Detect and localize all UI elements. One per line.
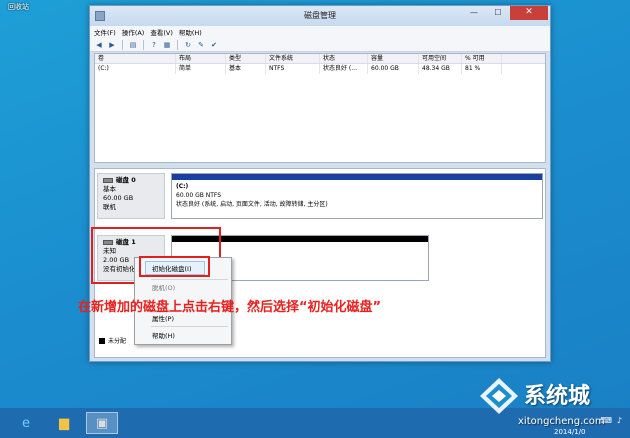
column-header[interactable]: 可用空间 bbox=[419, 54, 462, 63]
volume-table-header: 卷 布局 类型 文件系统 状态 容量 可用空间 % 可用 bbox=[95, 54, 545, 64]
highlight-box-menu bbox=[139, 256, 210, 277]
table-cell: 状态良好 (... bbox=[320, 64, 368, 74]
menu-item-help[interactable]: 帮助(H) bbox=[152, 330, 175, 340]
app-icon bbox=[95, 11, 105, 21]
recycle-bin-label[interactable]: 回收站 bbox=[8, 2, 29, 12]
window-controls: — ☐ ✕ bbox=[462, 6, 548, 20]
menu-file[interactable]: 文件(F) bbox=[94, 27, 116, 37]
table-cell: 81 % bbox=[462, 64, 502, 74]
column-header[interactable]: 布局 bbox=[176, 54, 226, 63]
table-cell: 60.00 GB bbox=[368, 64, 419, 74]
volume-list: 卷 布局 类型 文件系统 状态 容量 可用空间 % 可用 (C:) 简单 基本 … bbox=[94, 53, 546, 163]
watermark-url: xitongcheng.com bbox=[518, 416, 605, 427]
legend-unallocated: 未分配 bbox=[108, 338, 127, 345]
close-button[interactable]: ✕ bbox=[510, 6, 548, 20]
partition-c[interactable]: (C:) 60.00 GB NTFS 状态良好 (系统, 启动, 页面文件, 活… bbox=[171, 173, 543, 219]
column-header[interactable]: 类型 bbox=[226, 54, 266, 63]
partition-bar bbox=[172, 174, 542, 180]
menu-bar: 文件(F) 操作(A) 查看(V) 帮助(H) bbox=[90, 26, 550, 38]
ie-icon[interactable]: e bbox=[10, 412, 42, 434]
disk-icon bbox=[103, 177, 113, 183]
brand-logo-icon bbox=[480, 378, 518, 414]
toolbar: ◀ ▶ ▤ ? ▦ ↻ ✎ ✔ bbox=[90, 38, 550, 52]
column-header[interactable]: % 可用 bbox=[462, 54, 502, 63]
partition-state: 状态良好 (系统, 启动, 页面文件, 活动, 故障转储, 主分区) bbox=[176, 201, 328, 208]
disk-name: 磁盘 0 bbox=[116, 176, 136, 184]
table-row[interactable]: (C:) 简单 基本 NTFS 状态良好 (... 60.00 GB 48.34… bbox=[95, 64, 545, 74]
forward-arrow-icon[interactable]: ▶ bbox=[107, 40, 117, 50]
help-icon[interactable]: ? bbox=[149, 40, 159, 50]
list-icon[interactable]: ▤ bbox=[128, 40, 138, 50]
disk-management-taskbar-icon[interactable]: ▣ bbox=[86, 412, 118, 434]
column-header[interactable]: 文件系统 bbox=[266, 54, 320, 63]
partition-detail: 60.00 GB NTFS bbox=[176, 192, 222, 199]
disk-0-label[interactable]: 磁盘 0 基本 60.00 GB 联机 bbox=[97, 173, 165, 219]
unallocated-swatch bbox=[99, 337, 105, 344]
instruction-text: 在新增加的磁盘上点击右键，然后选择“初始化磁盘” bbox=[78, 300, 382, 315]
column-header[interactable]: 卷 bbox=[95, 54, 176, 63]
explorer-folder-icon[interactable]: ▆ bbox=[48, 412, 80, 434]
back-arrow-icon[interactable]: ◀ bbox=[94, 40, 104, 50]
menu-view[interactable]: 查看(V) bbox=[150, 27, 173, 37]
table-cell: 简单 bbox=[176, 64, 226, 74]
check-icon[interactable]: ✔ bbox=[209, 40, 219, 50]
table-cell: 基本 bbox=[226, 64, 266, 74]
toolbar-separator bbox=[177, 39, 178, 50]
toolbar-separator bbox=[143, 39, 144, 50]
refresh-icon[interactable]: ↻ bbox=[183, 40, 193, 50]
watermark-brand: 系统城 bbox=[524, 384, 591, 409]
window-title: 磁盘管理 bbox=[304, 11, 336, 20]
partition-label: (C:) bbox=[176, 183, 189, 190]
taskbar-date: 2014/1/0 bbox=[554, 428, 586, 436]
table-cell: 48.34 GB bbox=[419, 64, 462, 74]
column-header[interactable]: 状态 bbox=[320, 54, 368, 63]
properties-icon[interactable]: ▦ bbox=[162, 40, 172, 50]
table-cell: NTFS bbox=[266, 64, 320, 74]
maximize-button[interactable]: ☐ bbox=[486, 6, 510, 20]
table-cell: (C:) bbox=[95, 64, 176, 74]
settings-icon[interactable]: ✎ bbox=[196, 40, 206, 50]
menu-item-offline[interactable]: 脱机(O) bbox=[152, 282, 175, 292]
title-bar[interactable]: 磁盘管理 — ☐ ✕ bbox=[90, 6, 550, 26]
watermark: 系统城 xitongcheng.com 2014/1/0 bbox=[478, 376, 630, 436]
column-header[interactable]: 容量 bbox=[368, 54, 419, 63]
minimize-button[interactable]: — bbox=[462, 6, 486, 20]
disk-size: 60.00 GB bbox=[103, 194, 134, 202]
menu-separator bbox=[151, 279, 228, 280]
disk-status: 联机 bbox=[103, 203, 116, 211]
toolbar-separator bbox=[122, 39, 123, 50]
legend: 未分配 bbox=[99, 336, 126, 345]
menu-help[interactable]: 帮助(H) bbox=[179, 27, 202, 37]
disk-type: 基本 bbox=[103, 185, 116, 193]
menu-separator bbox=[151, 326, 228, 327]
menu-action[interactable]: 操作(A) bbox=[122, 27, 145, 37]
